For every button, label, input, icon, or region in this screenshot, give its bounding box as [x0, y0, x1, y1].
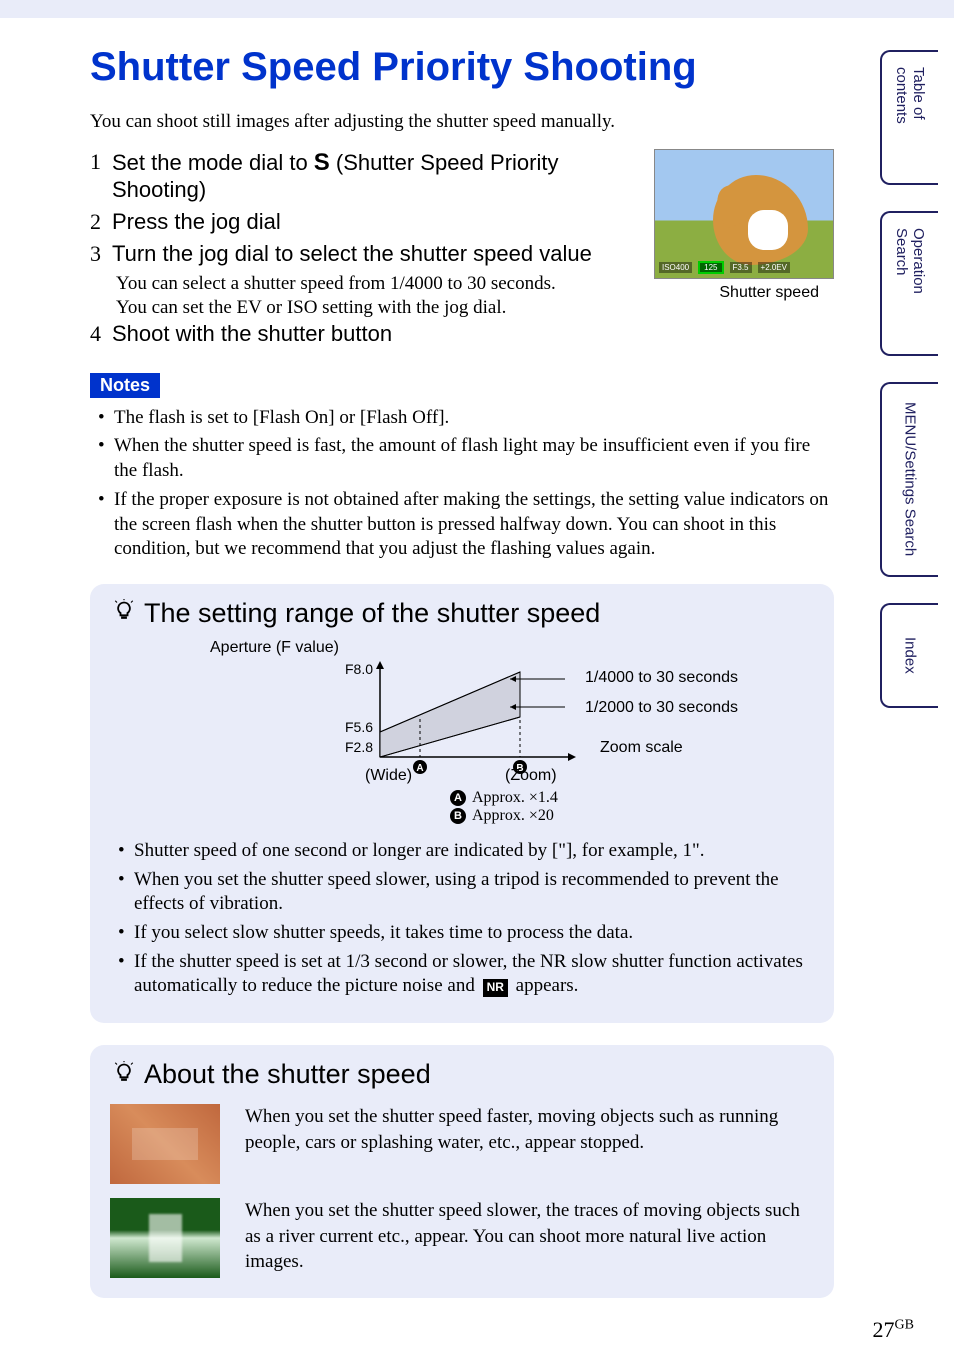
chart-legend: A Approx. ×1.4 B Approx. ×20 — [450, 789, 558, 825]
legend-b-text: Approx. ×20 — [472, 807, 554, 825]
step-number: 4 — [90, 321, 102, 347]
photo-subject-dog — [713, 175, 808, 265]
step-text: Set the mode dial to S (Shutter Speed Pr… — [112, 149, 634, 203]
page-title: Shutter Speed Priority Shooting — [90, 45, 834, 90]
step-3: 3 Turn the jog dial to select the shutte… — [90, 241, 634, 267]
tip-heading: The setting range of the shutter speed — [110, 598, 814, 629]
lightbulb-icon — [110, 599, 138, 627]
tip-item: If the shutter speed is set at 1/3 secon… — [118, 950, 814, 999]
content-area: Shutter Speed Priority Shooting You can … — [20, 20, 834, 1298]
photo-ev-value: +2.0EV — [758, 262, 790, 273]
step-1: 1 Set the mode dial to S (Shutter Speed … — [90, 149, 634, 203]
intro-text: You can shoot still images after adjusti… — [90, 110, 834, 134]
about-text-slow: When you set the shutter speed slower, t… — [245, 1198, 814, 1275]
step-text: Turn the jog dial to select the shutter … — [112, 241, 592, 267]
photo-status-bar: ISO400 125 F3.5 +2.0EV — [659, 261, 829, 274]
tip1-list: Shutter speed of one second or longer ar… — [118, 839, 814, 999]
thumb-slow-shutter — [110, 1198, 220, 1278]
tip-item: When you set the shutter speed slower, u… — [118, 868, 814, 917]
tip-heading-text: The setting range of the shutter speed — [144, 598, 600, 629]
chart-ytick: F8.0 — [345, 661, 373, 677]
step-text: Shoot with the shutter button — [112, 321, 392, 347]
legend-a-icon: A — [450, 790, 466, 806]
thumb-fast-shutter — [110, 1104, 220, 1184]
step-text: Press the jog dial — [112, 209, 281, 235]
step-number: 3 — [90, 241, 102, 267]
tab-index[interactable]: Index — [880, 603, 938, 708]
notes-badge: Notes — [90, 373, 160, 398]
top-accent-band — [0, 0, 954, 18]
chart-xwide-label: (Wide) — [365, 767, 412, 785]
chart-ytick: F2.8 — [345, 739, 373, 755]
step-number: 1 — [90, 149, 102, 203]
chart-zoom-scale-label: Zoom scale — [600, 739, 683, 757]
chart-range-lower: 1/2000 to 30 seconds — [585, 699, 738, 717]
step-3-sub1: You can select a shutter speed from 1/40… — [116, 273, 634, 295]
tip-heading-text: About the shutter speed — [144, 1059, 431, 1090]
chart-svg: A B — [340, 657, 580, 777]
svg-text:A: A — [416, 763, 423, 774]
mode-s-icon: S — [314, 149, 330, 176]
notes-list: The flash is set to [Flash On] or [Flash… — [98, 406, 834, 562]
shutter-range-chart: Aperture (F value) — [110, 639, 814, 829]
tip-item: Shutter speed of one second or longer ar… — [118, 839, 814, 864]
tip-heading: About the shutter speed — [110, 1059, 814, 1090]
tab-menu-settings-search[interactable]: MENU/Settings Search — [880, 382, 938, 577]
note-item: When the shutter speed is fast, the amou… — [98, 434, 834, 483]
page: Table of contents Operation Search MENU/… — [0, 0, 954, 1369]
photo-f-value: F3.5 — [730, 262, 752, 273]
chart-ylabel: Aperture (F value) — [210, 639, 339, 657]
tip-box-setting-range: The setting range of the shutter speed A… — [90, 584, 834, 1023]
about-row-fast: When you set the shutter speed faster, m… — [110, 1104, 814, 1184]
photo-shutter-value: 125 — [698, 261, 723, 274]
example-photo: ISO400 125 F3.5 +2.0EV — [654, 149, 834, 279]
nr-badge-icon: NR — [483, 979, 508, 997]
chart-ytick: F5.6 — [345, 719, 373, 735]
step-4: 4 Shoot with the shutter button — [90, 321, 634, 347]
tab-table-of-contents[interactable]: Table of contents — [880, 50, 938, 185]
about-row-slow: When you set the shutter speed slower, t… — [110, 1198, 814, 1278]
tip-item: If you select slow shutter speeds, it ta… — [118, 921, 814, 946]
step-2: 2 Press the jog dial — [90, 209, 634, 235]
side-tabs: Table of contents Operation Search MENU/… — [880, 50, 938, 708]
tab-operation-search[interactable]: Operation Search — [880, 211, 938, 356]
note-item: If the proper exposure is not obtained a… — [98, 488, 834, 562]
legend-b-icon: B — [450, 808, 466, 824]
steps: 1 Set the mode dial to S (Shutter Speed … — [90, 149, 634, 347]
lightbulb-icon — [110, 1061, 138, 1089]
about-text-fast: When you set the shutter speed faster, m… — [245, 1104, 814, 1155]
step-number: 2 — [90, 209, 102, 235]
note-item: The flash is set to [Flash On] or [Flash… — [98, 406, 834, 431]
example-photo-column: ISO400 125 F3.5 +2.0EV Shutter speed — [654, 149, 834, 302]
photo-caption: Shutter speed — [654, 284, 834, 302]
page-number: 27GB — [873, 1317, 914, 1343]
step-3-sub2: You can set the EV or ISO setting with t… — [116, 297, 634, 319]
chart-range-upper: 1/4000 to 30 seconds — [585, 669, 738, 687]
photo-iso: ISO400 — [659, 262, 692, 273]
legend-a-text: Approx. ×1.4 — [472, 789, 558, 807]
chart-xzoom-label: (Zoom) — [505, 767, 557, 785]
tip-box-about-shutter: About the shutter speed When you set the… — [90, 1045, 834, 1298]
